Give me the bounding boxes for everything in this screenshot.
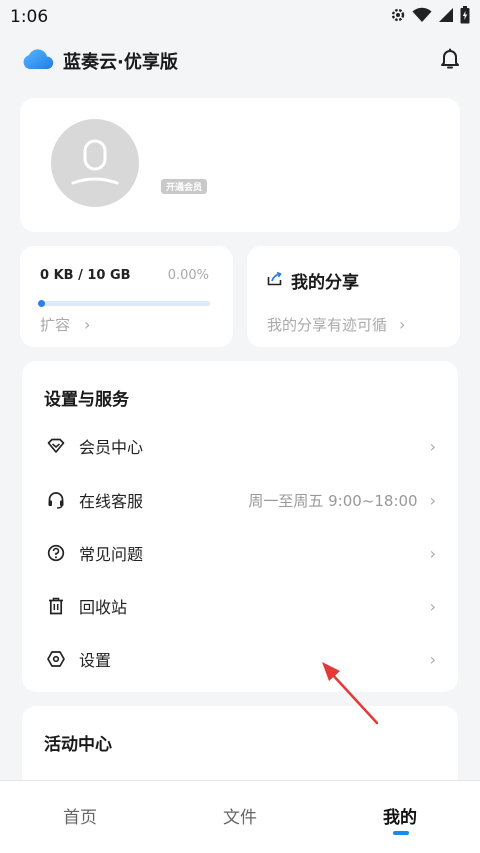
- vip-badge[interactable]: 开通会员: [161, 179, 208, 194]
- tab-mine[interactable]: 我的: [383, 803, 417, 828]
- app-bar: 蓝奏云·优享版: [0, 38, 480, 84]
- service-hours: 周一至周五 9:00~18:00: [248, 491, 418, 510]
- trash-icon: [46, 596, 66, 616]
- settings-item-settings[interactable]: 设置 ›: [22, 634, 458, 684]
- bell-icon[interactable]: [440, 48, 460, 74]
- activity-section-title: 活动中心: [44, 735, 112, 755]
- headset-icon: [46, 490, 66, 510]
- settings-section-title: 设置与服务: [44, 390, 129, 410]
- storage-progress-bar: [38, 300, 210, 307]
- my-share-subtitle-row[interactable]: 我的分享有迹可循 ›: [267, 314, 405, 335]
- my-share-card[interactable]: 我的分享 我的分享有迹可循 ›: [247, 246, 460, 347]
- bottom-tab-bar: 首页 文件 我的: [0, 780, 480, 853]
- chevron-right-icon: ›: [399, 315, 406, 334]
- battery-icon: [460, 5, 470, 29]
- expand-label: 扩容: [40, 316, 71, 334]
- storage-amount: 0 KB / 10 GB: [40, 268, 131, 283]
- chevron-right-icon: ›: [429, 543, 436, 563]
- chevron-right-icon: ›: [84, 315, 91, 334]
- settings-item-label: 设置: [79, 651, 112, 670]
- expand-storage-link[interactable]: 扩容 ›: [40, 314, 90, 335]
- question-icon: [46, 543, 66, 563]
- wifi-icon: [412, 7, 432, 28]
- storage-card[interactable]: 0 KB / 10 GB 0.00% 扩容 ›: [20, 246, 233, 347]
- signal-icon: [438, 7, 454, 28]
- cloud-logo-icon: [22, 48, 55, 74]
- chevron-right-icon: ›: [429, 596, 436, 616]
- settings-item-label: 会员中心: [79, 438, 144, 457]
- active-tab-indicator: [393, 831, 409, 835]
- storage-progress-fill: [38, 300, 45, 307]
- avatar[interactable]: [51, 119, 139, 207]
- settings-item-label: 常见问题: [79, 545, 144, 564]
- hexagon-settings-icon: [46, 649, 66, 669]
- my-share-header: 我的分享: [267, 268, 359, 293]
- status-icons: [390, 5, 470, 29]
- storage-percent: 0.00%: [167, 268, 209, 283]
- chevron-right-icon: ›: [429, 649, 436, 669]
- chevron-right-icon: ›: [429, 436, 436, 456]
- settings-item-label: 在线客服: [79, 492, 144, 511]
- settings-item-label: 回收站: [79, 598, 128, 617]
- app-title: 蓝奏云·优享版: [63, 52, 178, 73]
- my-share-title: 我的分享: [291, 273, 359, 293]
- settings-gear-status-icon: [390, 7, 406, 28]
- my-share-subtitle: 我的分享有迹可循: [267, 316, 388, 334]
- share-icon: [267, 271, 282, 291]
- diamond-icon: [46, 436, 66, 456]
- settings-item-faq[interactable]: 常见问题 ›: [22, 528, 458, 578]
- status-bar: 1:06: [0, 0, 480, 34]
- tab-files[interactable]: 文件: [223, 803, 257, 828]
- settings-item-vip-center[interactable]: 会员中心 ›: [22, 421, 458, 471]
- tab-home[interactable]: 首页: [63, 803, 97, 828]
- settings-item-online-service[interactable]: 在线客服 周一至周五 9:00~18:00 ›: [22, 475, 458, 525]
- settings-services-card: 设置与服务 会员中心 › 在线客服 周一至周五 9:00~18:00 › 常见问…: [22, 361, 458, 692]
- chevron-right-icon: ›: [429, 490, 436, 510]
- profile-card[interactable]: 开通会员: [20, 98, 460, 232]
- settings-item-recycle-bin[interactable]: 回收站 ›: [22, 581, 458, 631]
- status-time: 1:06: [10, 7, 49, 27]
